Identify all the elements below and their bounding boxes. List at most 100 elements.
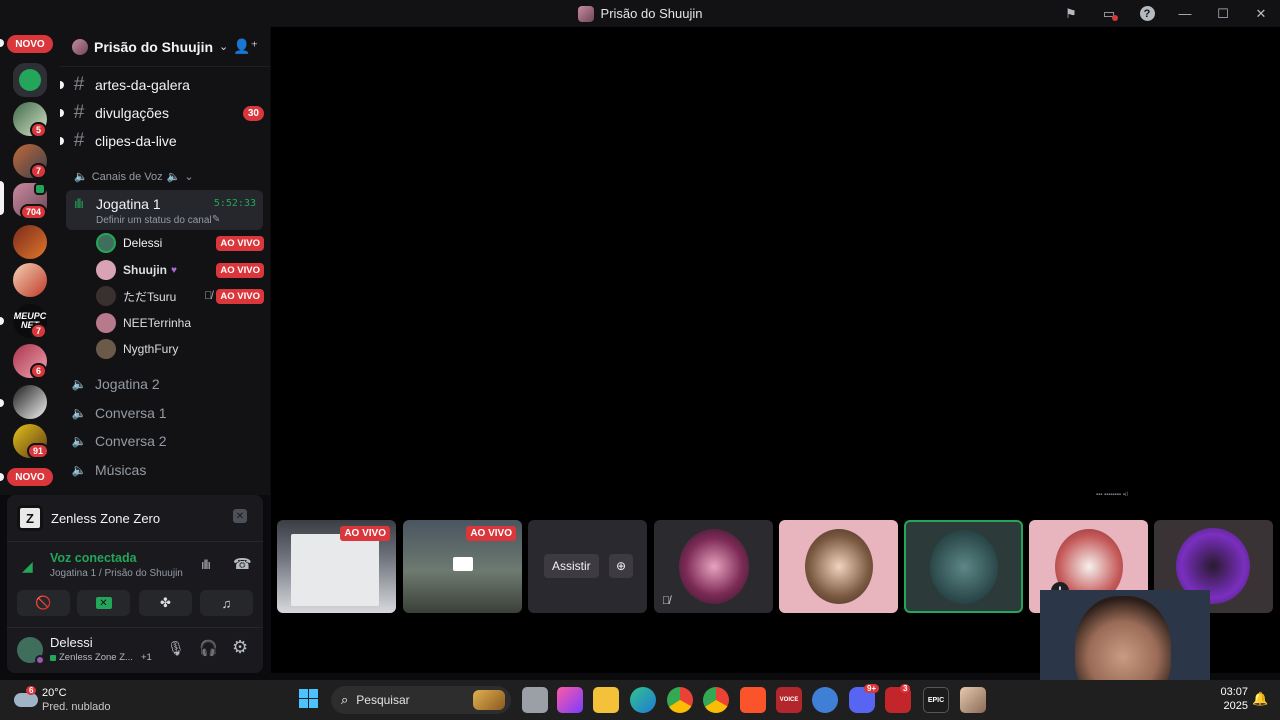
noise-suppression-icon[interactable]: ıllı [201, 557, 211, 572]
server-header[interactable]: Prisão do Shuujin ⌄ 👤⁺ [60, 27, 270, 67]
maximize-button[interactable]: ☐ [1204, 0, 1242, 27]
edge-icon[interactable] [630, 687, 656, 713]
voice-active-indicator [34, 183, 46, 195]
headphones-icon[interactable]: 🎧 [199, 639, 218, 657]
voice-activity-icon: ıllı [74, 196, 84, 211]
help-icon[interactable]: ? [1128, 0, 1166, 27]
server-9-icon[interactable] [13, 385, 47, 419]
voice-user[interactable]: NygthFury [96, 337, 264, 361]
voice-user[interactable]: Shuujin ♥ AO VIVO [96, 258, 264, 282]
server-5-icon[interactable] [13, 225, 47, 259]
popout-icon[interactable]: ⊕ [609, 554, 633, 578]
stream-tile-3[interactable]: Assistir ⊕ [528, 520, 647, 613]
selected-pill [0, 181, 4, 215]
stage-info: ▪▪▪ ▪▪▪▪▪▪▪▪ ▪ıl [1096, 492, 1128, 498]
voice-user[interactable]: Delessi AO VIVO [96, 231, 264, 255]
speaker-icon: 🔈 [74, 171, 88, 183]
pencil-icon[interactable]: ✎ [212, 214, 220, 225]
green-server-icon[interactable] [13, 63, 47, 97]
voice-channel-jogatina-2[interactable]: 🔈 Jogatina 2 [68, 371, 264, 397]
account-name[interactable]: Delessi [50, 635, 93, 650]
meupc-badge: 7 [30, 323, 48, 339]
game-name: Zenless Zone Zero [51, 511, 161, 526]
participant-tile-4[interactable]: 🎙̸ [654, 520, 773, 613]
live-badge: AO VIVO [466, 526, 516, 541]
camera-off-icon: 🚫 [35, 595, 52, 610]
user-name: ただTsuru [123, 289, 177, 304]
weather-widget[interactable]: 6 20°C Pred. nublado [14, 686, 114, 716]
chevron-down-icon: ⌄ [184, 171, 194, 183]
app-circle-icon[interactable] [812, 687, 838, 713]
task-view-icon[interactable] [522, 687, 548, 713]
chrome-icon-2[interactable] [703, 687, 729, 713]
microphone-icon[interactable]: 🎙 [167, 640, 185, 657]
user-panel: Z Zenless Zone Zero ✕ ◢ Voz conectada Jo… [7, 495, 263, 673]
windows-start-icon[interactable] [297, 687, 321, 711]
watch-button[interactable]: Assistir [544, 554, 599, 578]
new-badge[interactable]: NOVO [7, 35, 53, 53]
server-6-icon[interactable] [13, 263, 47, 297]
epic-games-icon[interactable]: EPIC [923, 687, 949, 713]
minimize-button[interactable]: — [1166, 0, 1204, 27]
channel-clipes-da-live[interactable]: # clipes-da-live [60, 128, 264, 154]
flag-icon[interactable]: ⚑ [1052, 0, 1090, 27]
notification-bell-icon[interactable]: 🔔 [1252, 691, 1268, 707]
account-status: Zenless Zone Z... [59, 652, 133, 663]
game-launcher-icon[interactable] [960, 687, 986, 713]
user-name: NygthFury [123, 342, 179, 356]
unread-dot [60, 137, 64, 145]
cloud-icon [14, 693, 38, 707]
voice-channel-conversa-2[interactable]: 🔈 Conversa 2 [68, 428, 264, 454]
file-explorer-icon[interactable] [593, 687, 619, 713]
screen-share-button[interactable]: ✕ [77, 590, 130, 616]
voice-user[interactable]: ただTsuru 🎙̸ AO VIVO [96, 284, 264, 308]
soundboard-button[interactable]: ♫ [200, 590, 253, 616]
stream-tile-2[interactable]: AO VIVO [403, 520, 522, 613]
participant-tile-5[interactable] [779, 520, 898, 613]
avatar [96, 233, 116, 253]
speaker-icon: 🔈 [71, 434, 87, 448]
weather-temp: 20°C [42, 687, 67, 699]
hash-icon: # [73, 102, 85, 123]
gear-icon[interactable]: ⚙ [232, 637, 248, 658]
voice-channel-musicas[interactable]: 🔈 Músicas [68, 457, 264, 483]
close-activity-icon[interactable]: ✕ [233, 509, 247, 523]
voice-location[interactable]: Jogatina 1 / Prisão do Shuujin [50, 568, 183, 579]
app-drop-icon[interactable] [557, 687, 583, 713]
channel-divulgacoes[interactable]: # divulgações 30 [60, 100, 264, 126]
add-member-icon[interactable]: 👤⁺ [233, 38, 258, 55]
search-icon: ⌕ [341, 692, 349, 707]
live-badge: AO VIVO [216, 288, 264, 304]
voice-connected-label[interactable]: Voz conectada [50, 551, 137, 565]
avatar [96, 313, 116, 333]
voice-channel-label: Conversa 1 [95, 405, 167, 421]
active-voice-channel[interactable]: ıllı Jogatina 1 5:52:33 Definir um statu… [66, 190, 263, 230]
voice-channel-conversa-1[interactable]: 🔈 Conversa 1 [68, 400, 264, 426]
unread-pill [0, 399, 4, 407]
window-title-text: Prisão do Shuujin [600, 6, 703, 21]
voicemeeter-icon[interactable]: VOICE [776, 687, 802, 713]
avatar [96, 260, 116, 280]
signal-icon[interactable]: ◢ [22, 558, 33, 575]
voice-channel-label: Conversa 2 [95, 433, 167, 449]
inbox-icon[interactable]: ▭ [1090, 0, 1128, 27]
stream-tile-1[interactable]: AO VIVO [277, 520, 396, 613]
activities-button[interactable]: ✤ [139, 590, 192, 616]
unread-pill [0, 39, 4, 47]
new-badge-bottom[interactable]: NOVO [7, 468, 53, 486]
voice-category[interactable]: 🔈 Canais de Voz 🔈 ⌄ [74, 170, 194, 184]
clock[interactable]: 03:07 2025 [1208, 686, 1248, 716]
participant-tile-6[interactable] [904, 520, 1023, 613]
brave-icon[interactable] [740, 687, 766, 713]
camera-off-button[interactable]: 🚫 [17, 590, 70, 616]
server-10-badge: 91 [27, 443, 50, 459]
search-bar[interactable]: ⌕ Pesquisar [331, 686, 511, 714]
voice-user[interactable]: NEETerrinha [96, 311, 264, 335]
channel-artes-da-galera[interactable]: # artes-da-galera [60, 72, 264, 98]
close-button[interactable]: ✕ [1242, 0, 1280, 27]
disconnect-icon[interactable]: ☎ [233, 555, 252, 573]
channel-status[interactable]: Definir um status do canal [96, 215, 212, 226]
voice-channel-label: Jogatina 2 [95, 376, 160, 392]
game-icon: Z [17, 505, 43, 531]
chrome-icon[interactable] [667, 687, 693, 713]
